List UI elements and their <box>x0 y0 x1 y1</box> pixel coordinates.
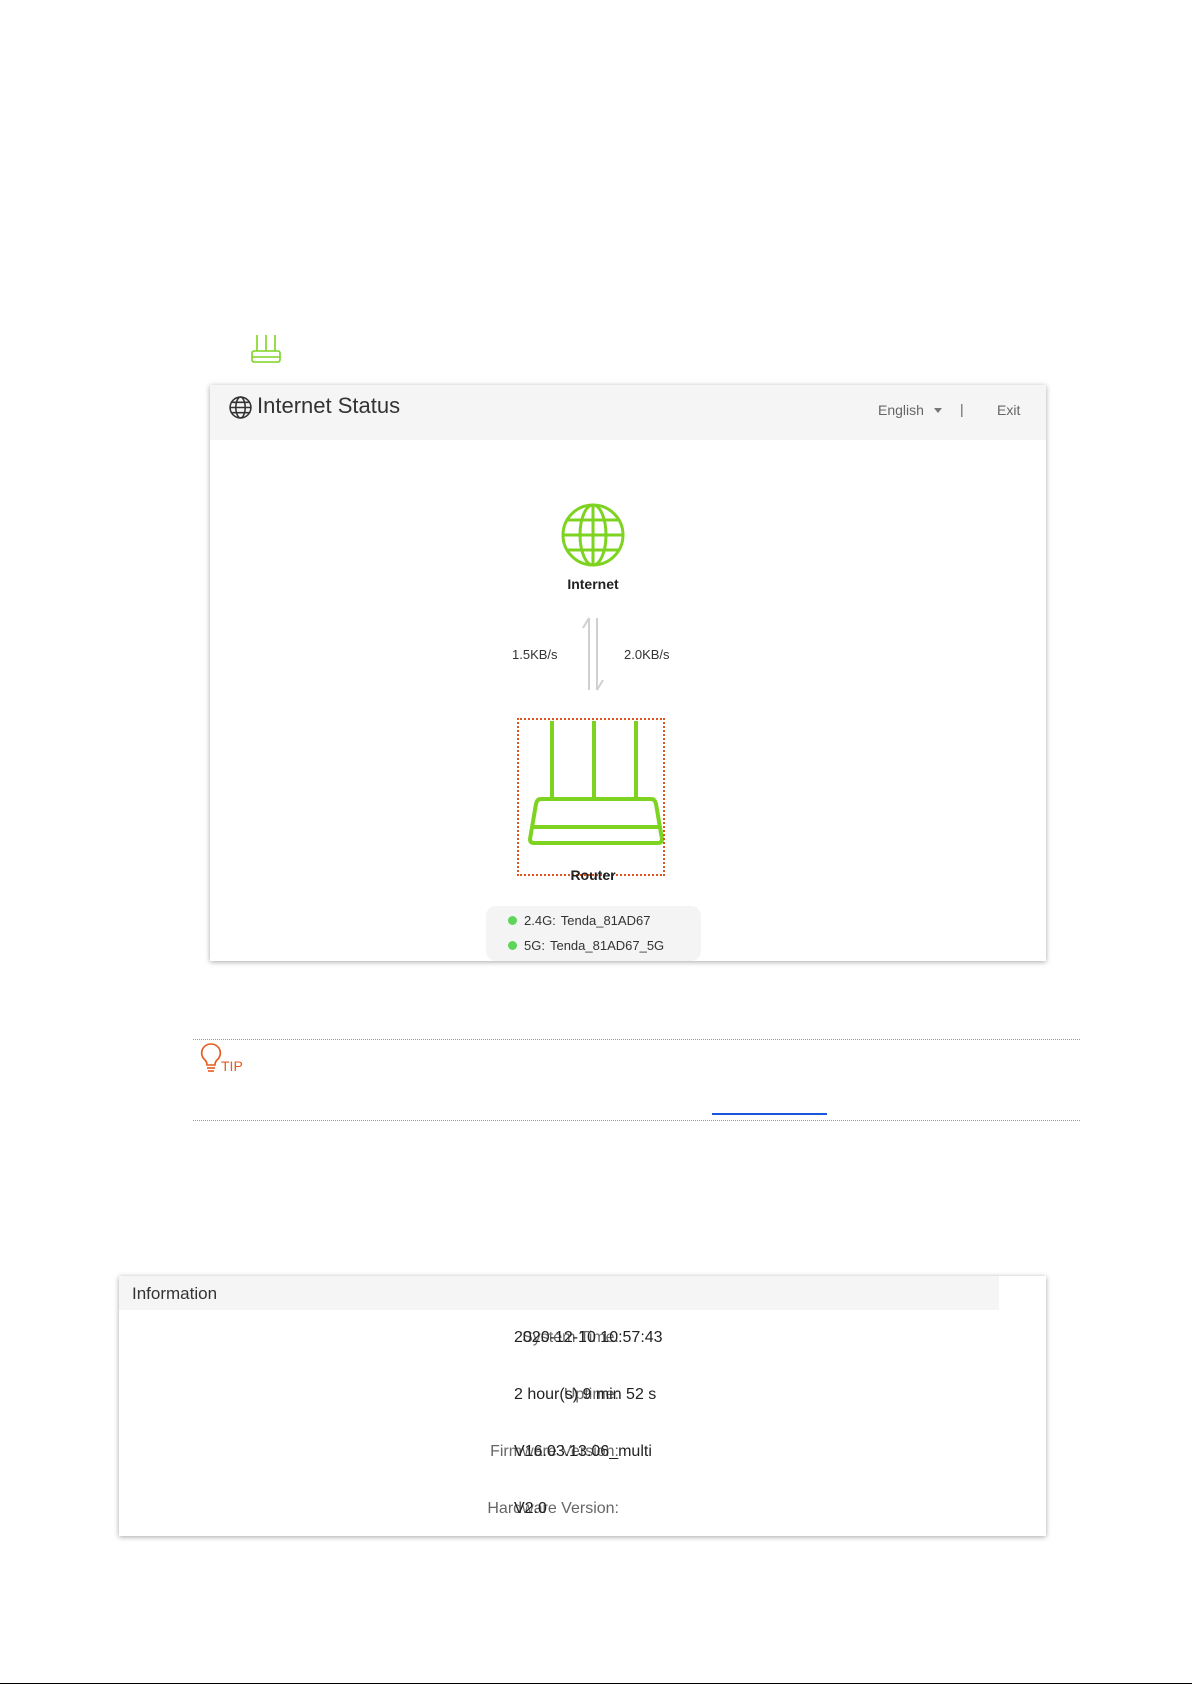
list-item: 5G: Tenda_81AD67_5G <box>508 938 664 953</box>
internet-status-panel: Internet Status English | Exit Internet … <box>210 385 1046 961</box>
page-title: Internet Status <box>257 393 401 418</box>
router-highlight-box <box>517 718 665 876</box>
status-dot <box>508 916 517 925</box>
tip-label: TIP <box>221 1058 243 1074</box>
transfer-arrows-icon <box>582 617 604 691</box>
tip-divider-bottom <box>193 1120 1080 1121</box>
language-select[interactable]: English <box>878 402 924 418</box>
router-icon[interactable] <box>249 333 283 365</box>
info-label: Hardware Version: <box>487 1500 619 1517</box>
internet-label: Internet <box>567 576 619 592</box>
information-panel: Information System Time: 2020-12-10 10:5… <box>119 1276 1046 1536</box>
info-value: V2.0 <box>514 1500 547 1517</box>
status-dot <box>508 941 517 950</box>
info-row-firmware-version: Firmware Version: V16.03.13.06_multi <box>119 1443 1046 1465</box>
info-title: Information <box>132 1284 218 1303</box>
info-header: Information <box>119 1276 999 1310</box>
upload-speed: 1.5KB/s <box>512 647 558 662</box>
wifi-band: 2.4G: <box>524 913 556 928</box>
globe-icon <box>229 396 252 419</box>
info-value: 2 hour(s) 9 min 52 s <box>514 1386 657 1403</box>
list-item: 2.4G: Tenda_81AD67 <box>508 913 650 928</box>
link-underline[interactable] <box>712 1113 827 1115</box>
router-label: Router <box>570 867 616 883</box>
wifi-ssid: Tenda_81AD67_5G <box>549 938 665 953</box>
exit-button[interactable]: Exit <box>997 402 1020 418</box>
wifi-list: 2.4G: Tenda_81AD67 5G: Tenda_81AD67_5G <box>486 906 701 961</box>
info-value: V16.03.13.06_multi <box>514 1443 652 1460</box>
download-speed: 2.0KB/s <box>624 647 670 662</box>
info-row-hardware-version: Hardware Version: V2.0 <box>119 1500 1046 1522</box>
tip-divider-top <box>193 1039 1080 1040</box>
internet-globe-icon[interactable] <box>560 502 626 568</box>
caret-down-icon[interactable] <box>934 408 942 413</box>
wifi-ssid: Tenda_81AD67 <box>560 913 651 928</box>
wifi-band: 5G: <box>524 938 545 953</box>
status-header: Internet Status English | Exit <box>210 385 1046 440</box>
info-row-system-time: System Time: 2020-12-10 10:57:43 <box>119 1329 1046 1351</box>
header-divider: | <box>960 401 964 417</box>
info-row-uptime: Uptime: 2 hour(s) 9 min 52 s <box>119 1386 1046 1408</box>
info-value: 2020-12-10 10:57:43 <box>514 1329 663 1346</box>
footer-divider <box>0 1683 1192 1684</box>
